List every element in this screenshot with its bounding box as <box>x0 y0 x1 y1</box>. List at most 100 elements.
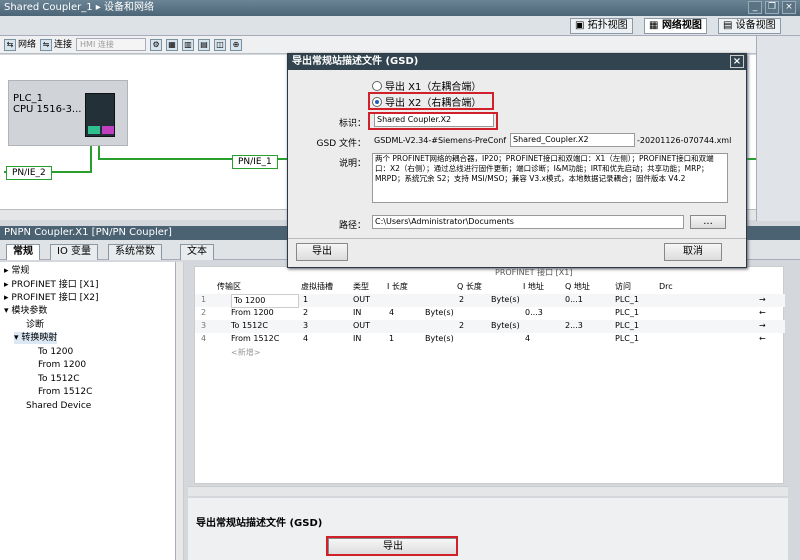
transfer-area-name[interactable]: From 1200 <box>231 307 274 319</box>
tree-item-label: 常规 <box>11 266 30 276</box>
type: IN <box>353 334 362 343</box>
relations-icon[interactable]: ⚙ <box>150 38 163 51</box>
tab-io-tags[interactable]: IO 变量 <box>50 244 98 260</box>
access: PLC_1 <box>615 308 639 317</box>
restore-icon[interactable]: ❐ <box>765 1 779 14</box>
dialog-cancel-button[interactable]: 取消 <box>664 243 722 261</box>
connection-button[interactable]: ⇋ 连接 <box>40 38 72 52</box>
network-button[interactable]: ⇆ 网络 <box>4 38 36 52</box>
address-icon[interactable]: ▦ <box>166 38 179 51</box>
access: PLC_1 <box>615 295 639 304</box>
direction-arrow-icon: ← <box>759 308 766 317</box>
col-header[interactable]: I 长度 <box>387 281 408 293</box>
tree-item-diagnostics[interactable]: 诊断 <box>26 319 44 331</box>
zoom-icon[interactable]: ⊕ <box>230 38 243 51</box>
plc-name: PLC_1 <box>13 93 43 104</box>
network-tool-icon: ⇆ <box>4 38 16 51</box>
layout-icon[interactable]: ◫ <box>214 38 227 51</box>
gsd-file-prefix: GSDML-V2.34-#Siemens-PreConf <box>374 136 507 145</box>
col-header[interactable]: 虚拟插槽 <box>301 281 333 293</box>
table-icon[interactable]: ▤ <box>198 38 211 51</box>
plc-cpu-type: CPU 1516-3... <box>13 104 82 115</box>
minimize-icon[interactable]: _ <box>748 1 762 14</box>
q-address: 2...3 <box>565 321 583 330</box>
i-length-unit: Byte(s) <box>425 308 454 317</box>
highlight-radio-x2 <box>368 92 494 110</box>
transfer-area-name[interactable]: To 1200 <box>231 294 299 308</box>
tab-device-view[interactable]: ▤ 设备视图 <box>718 18 781 34</box>
table-horizontal-scrollbar[interactable] <box>188 486 788 496</box>
tree-item-general[interactable]: ▸ 常规 <box>4 265 29 277</box>
network-label-pnie1[interactable]: PN/IE_1 <box>232 155 278 169</box>
tree-scrollbar[interactable] <box>176 262 184 560</box>
close-icon[interactable]: × <box>782 1 796 14</box>
window-title-bar: Shared Coupler_1 ▸ 设备和网络 _ ❐ × <box>0 0 800 16</box>
i-length: 4 <box>389 308 395 317</box>
col-header[interactable]: 类型 <box>353 281 369 293</box>
col-header[interactable]: 传输区 <box>217 281 241 293</box>
dialog-close-icon[interactable]: × <box>730 55 744 68</box>
direction-arrow-icon: ← <box>759 334 766 343</box>
col-header[interactable]: 访问 <box>615 281 631 293</box>
connection-type-select[interactable]: HMI 连接 <box>76 38 147 51</box>
tree-item-transfer-mapping[interactable]: ▾ 转换映射 <box>14 332 58 344</box>
row-number: 3 <box>201 321 207 330</box>
i-address: 0...3 <box>525 308 543 317</box>
tree-item-module-params[interactable]: ▾ 模块参数 <box>4 305 47 317</box>
window-title: Shared Coupler_1 ▸ 设备和网络 <box>4 2 154 13</box>
radio-label-x1: 导出 X1（左耦合端） <box>385 82 482 93</box>
path-field[interactable]: C:\Users\Administrator\Documents <box>372 215 684 229</box>
tab-system-constants[interactable]: 系统常数 <box>108 244 162 260</box>
virtual-slot: 4 <box>303 334 309 343</box>
grid-icon[interactable]: ▥ <box>182 38 195 51</box>
device-icon: ▤ <box>723 20 736 31</box>
browse-button[interactable]: ... <box>690 215 726 229</box>
description-field[interactable]: 两个 PROFINET网络的耦合器，IP20；PROFINET接口和双端口：X1… <box>372 153 728 203</box>
dialog-export-button[interactable]: 导出 <box>296 243 348 261</box>
col-header[interactable]: Drc <box>659 281 673 293</box>
table-row[interactable]: 1 To 1200 1 OUT 2 Byte(s) 0...1 PLC_1 → <box>195 294 785 308</box>
tab-topology-view[interactable]: ▣ 拓扑视图 <box>570 18 633 34</box>
tree-item-from-1512c[interactable]: From 1512C <box>38 386 92 398</box>
highlight-identifier <box>368 112 498 130</box>
network-label-pnie2[interactable]: PN/IE_2 <box>6 166 52 180</box>
table-row[interactable]: 2 From 1200 2 IN 4 Byte(s) 0...3 PLC_1 ← <box>195 307 785 320</box>
plc-device[interactable]: PLC_1 CPU 1516-3... <box>8 80 128 146</box>
radio-export-x1[interactable]: 导出 X1（左耦合端） <box>372 78 481 93</box>
q-address: 0...1 <box>565 295 583 304</box>
q-length-unit: Byte(s) <box>491 321 520 330</box>
tree-item-from-1200[interactable]: From 1200 <box>38 359 86 371</box>
tab-label: 设备视图 <box>735 20 776 31</box>
radio-circle-x1 <box>372 80 382 91</box>
col-header[interactable]: I 地址 <box>523 281 544 293</box>
dialog-title: 导出常规站描述文件 (GSD) <box>292 56 419 67</box>
tree-item-to-1512c[interactable]: To 1512C <box>38 373 80 385</box>
identifier-label: 标识： <box>338 119 366 129</box>
tab-texts[interactable]: 文本 <box>180 244 214 260</box>
tab-label: 拓扑视图 <box>587 20 628 31</box>
add-new-row[interactable]: <新增> <box>231 347 260 359</box>
dialog-title-bar: 导出常规站描述文件 (GSD) × <box>288 54 746 70</box>
type: OUT <box>353 295 371 304</box>
plc-port-line-1 <box>98 146 100 158</box>
tab-general[interactable]: 常规 <box>6 244 40 260</box>
tree-item-label: 模块参数 <box>11 306 48 316</box>
table-row[interactable]: 4 From 1512C 4 IN 1 Byte(s) 4 PLC_1 ← <box>195 333 785 346</box>
tree-item-to-1200[interactable]: To 1200 <box>38 346 73 358</box>
tree-item-profinet-x1[interactable]: ▸ PROFINET 接口 [X1] <box>4 279 99 291</box>
transfer-area-name[interactable]: From 1512C <box>231 333 279 345</box>
transfer-area-name[interactable]: To 1512C <box>231 320 268 332</box>
tree-item-profinet-x2[interactable]: ▸ PROFINET 接口 [X2] <box>4 292 99 304</box>
description-label: 说明： <box>338 159 366 169</box>
connection-label: 连接 <box>54 39 73 50</box>
tree-item-shared-device[interactable]: Shared Device <box>26 400 91 412</box>
q-length: 2 <box>459 295 465 304</box>
tab-network-view[interactable]: ▦ 网络视图 <box>644 18 707 34</box>
tree-item-label: PROFINET 接口 [X1] <box>11 280 99 290</box>
network-label: 网络 <box>18 39 37 50</box>
gsd-file-name-field[interactable]: Shared_Coupler.X2 <box>510 133 635 147</box>
table-row[interactable]: 3 To 1512C 3 OUT 2 Byte(s) 2...3 PLC_1 → <box>195 320 785 333</box>
row-number: 4 <box>201 334 207 343</box>
col-header[interactable]: Q 地址 <box>565 281 590 293</box>
col-header[interactable]: Q 长度 <box>457 281 482 293</box>
